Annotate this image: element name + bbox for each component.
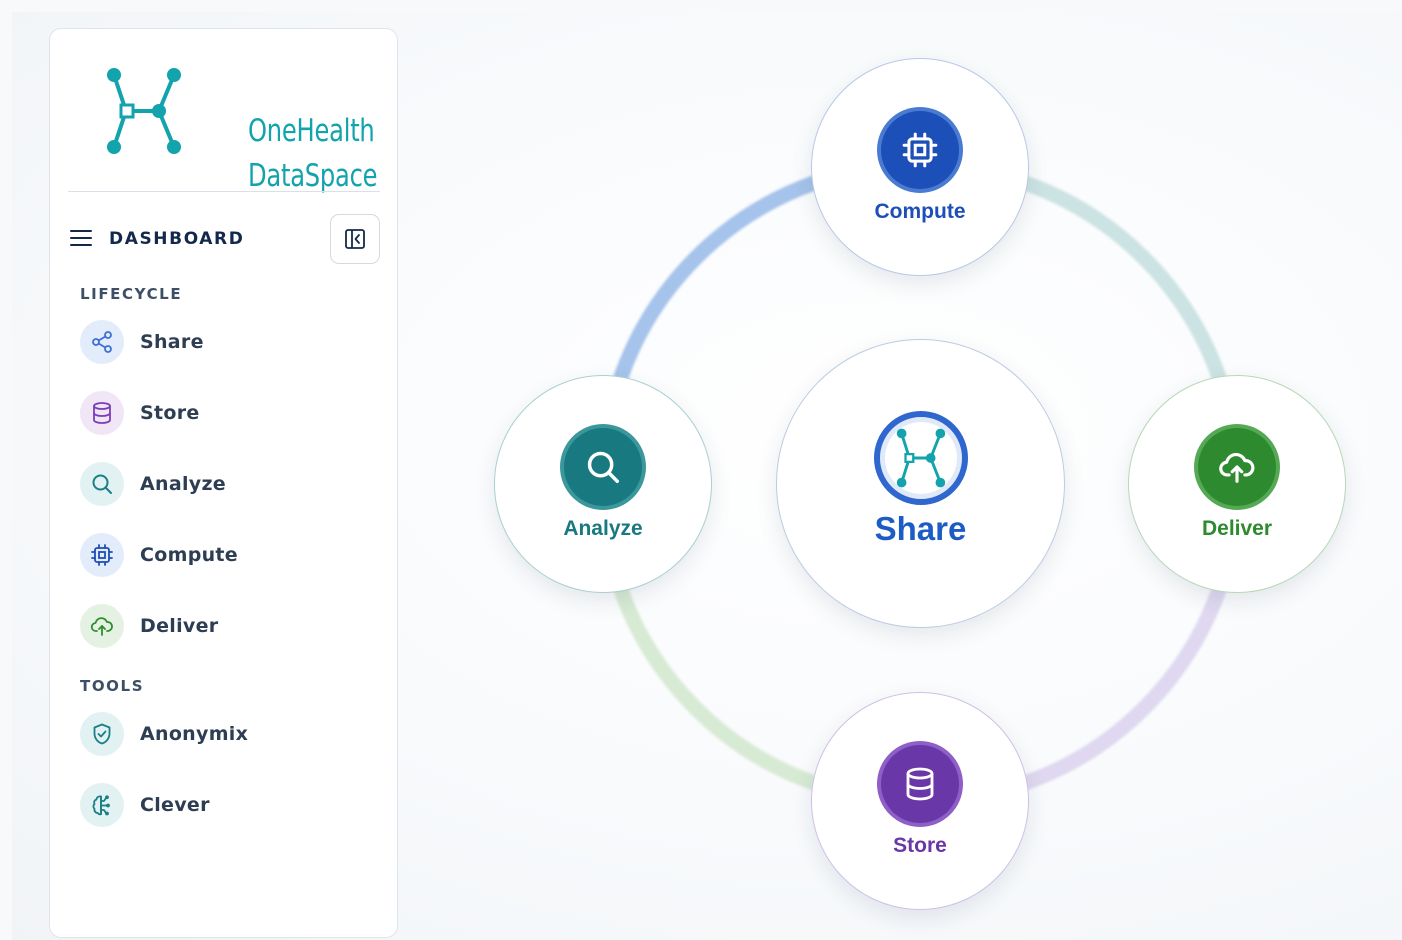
sidebar-divider — [68, 191, 380, 192]
sidebar-item-deliver[interactable]: Deliver — [80, 603, 380, 649]
diagram-node-label: Compute — [874, 200, 966, 223]
hamburger-menu-icon[interactable] — [70, 228, 92, 248]
search-icon — [80, 462, 124, 506]
diagram-center-label: Share — [874, 510, 967, 547]
sidebar-item-label: Deliver — [140, 615, 219, 637]
onehealth-logo-icon — [874, 411, 968, 505]
diagram-node-store[interactable]: Store — [811, 692, 1029, 910]
sidebar-item-anonymix[interactable]: Anonymix — [80, 711, 380, 757]
diagram-node-label: Analyze — [563, 517, 643, 540]
database-icon — [881, 745, 959, 823]
share-icon — [80, 320, 124, 364]
sidebar-item-label: Store — [140, 402, 200, 424]
diagram-node-label: Store — [893, 834, 947, 857]
sidebar-item-label: Anonymix — [140, 723, 249, 745]
sidebar: OneHealth DataSpace DASHBOARD LIFECYCLE … — [49, 28, 398, 938]
section-label-lifecycle: LIFECYCLE — [80, 285, 183, 303]
diagram-node-compute[interactable]: Compute — [811, 58, 1029, 276]
cpu-icon — [881, 111, 959, 189]
sidebar-item-clever[interactable]: Clever — [80, 782, 380, 828]
onehealth-logo-icon — [107, 68, 181, 154]
sidebar-item-label: Clever — [140, 794, 210, 816]
section-label-tools: TOOLS — [80, 677, 145, 695]
sidebar-item-label: Share — [140, 331, 204, 353]
sidebar-item-analyze[interactable]: Analyze — [80, 461, 380, 507]
shield-check-icon — [80, 712, 124, 756]
sidebar-item-store[interactable]: Store — [80, 390, 380, 436]
brand-name-line1: OneHealth — [248, 113, 375, 149]
sidebar-collapse-icon — [345, 229, 365, 249]
cloud-upload-icon — [1198, 428, 1276, 506]
diagram-node-label: Deliver — [1201, 517, 1273, 540]
search-icon — [564, 428, 642, 506]
brand-name: OneHealth DataSpace — [248, 109, 378, 199]
diagram-node-analyze[interactable]: Analyze — [494, 375, 712, 593]
collapse-sidebar-button[interactable] — [330, 214, 380, 264]
brand-name-line2: DataSpace — [248, 158, 378, 194]
database-icon — [80, 391, 124, 435]
brain-icon — [80, 783, 124, 827]
diagram-node-deliver[interactable]: Deliver — [1128, 375, 1346, 593]
cpu-icon — [80, 533, 124, 577]
dashboard-title[interactable]: DASHBOARD — [109, 229, 244, 249]
brand-logo[interactable]: OneHealth DataSpace — [102, 67, 378, 194]
cloud-upload-icon — [80, 604, 124, 648]
sidebar-item-label: Compute — [140, 544, 238, 566]
sidebar-item-compute[interactable]: Compute — [80, 532, 380, 578]
diagram-center-share[interactable]: Share — [776, 339, 1065, 628]
sidebar-item-label: Analyze — [140, 473, 226, 495]
sidebar-item-share[interactable]: Share — [80, 319, 380, 365]
